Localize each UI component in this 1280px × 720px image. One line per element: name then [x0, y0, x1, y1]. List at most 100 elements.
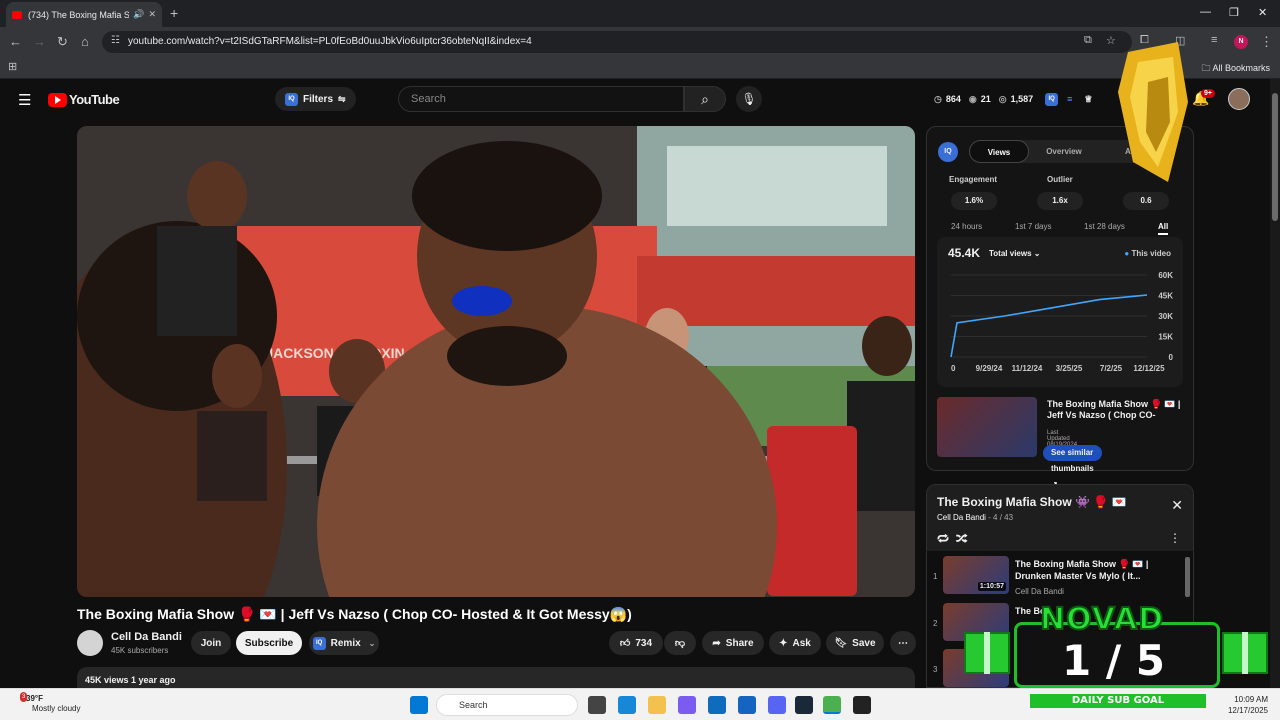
dislike-button[interactable]: 👎︎ [664, 631, 696, 655]
new-tab-button[interactable]: + [170, 5, 178, 21]
subscribe-button[interactable]: Subscribe [236, 631, 302, 655]
chrome-icon[interactable] [823, 696, 841, 714]
more-vertical-icon[interactable]: ⋮ [1169, 531, 1181, 545]
save-button[interactable]: 🔖︎ Save [826, 631, 884, 655]
remix-label: Remix [330, 637, 361, 649]
shuffle-icon[interactable]: 🔀︎ [956, 532, 968, 546]
sliders-icon: ⇋ [338, 93, 346, 104]
search-input[interactable]: Search [398, 86, 684, 112]
thumbnail-image[interactable] [937, 397, 1037, 457]
windows-start-icon[interactable] [410, 696, 428, 714]
list-icon[interactable]: ≡ [1067, 94, 1072, 104]
copilot-icon[interactable] [678, 696, 696, 714]
x-tick-label: 3/25/25 [1056, 364, 1083, 373]
video-player[interactable]: EK JACKSON SS BOXIN [77, 126, 915, 597]
filters-button[interactable]: IQ Filters ⇋ [275, 87, 356, 111]
site-info-icon[interactable]: ☷ [111, 35, 120, 46]
discord-icon[interactable] [768, 696, 786, 714]
steam-icon[interactable] [795, 696, 813, 714]
remix-button[interactable]: IQ Remix ⌄ [309, 631, 379, 655]
trophy-icon[interactable]: ♕ [1084, 94, 1092, 105]
playlist-scrollbar[interactable] [1185, 557, 1190, 597]
task-view-icon[interactable] [588, 696, 606, 714]
vidiq-icon: IQ [285, 92, 298, 106]
home-icon[interactable]: ⌂ [81, 34, 89, 49]
more-actions-button[interactable]: ⋯ [890, 631, 916, 655]
obs-icon[interactable] [853, 696, 871, 714]
subscriber-count: 45K subscribers [111, 646, 169, 655]
browser-tab[interactable]: (734) The Boxing Mafia Show 🔊 ✕ [6, 2, 162, 27]
tab-overview[interactable]: Overview [1034, 140, 1094, 163]
channel-avatar[interactable] [77, 630, 103, 656]
item-title: The Boxing Mafia Show 🥊 💌 | Drunken Mast… [1015, 559, 1149, 581]
share-button[interactable]: ➦ Share [702, 631, 764, 655]
tab-title: (734) The Boxing Mafia Show [28, 9, 130, 20]
bookmarks-bar: ⊞ 🗀 All Bookmarks [0, 57, 1280, 79]
search-button[interactable]: ⌕ [684, 86, 726, 112]
search-icon: ⌕ [701, 91, 709, 107]
system-clock[interactable]: 10:09 AM 12/17/2025 [1228, 694, 1268, 716]
more-horizontal-icon: ⋯ [898, 637, 908, 649]
close-icon[interactable]: ✕ [1171, 497, 1183, 514]
page-scrollbar[interactable] [1270, 79, 1280, 688]
sparkle-icon: ✦ [779, 637, 788, 649]
join-label: Join [200, 637, 222, 649]
file-explorer-icon[interactable] [648, 696, 666, 714]
back-icon[interactable]: ← [9, 34, 22, 49]
playlist-channel[interactable]: Cell Da Bandi [937, 513, 986, 522]
forward-icon[interactable]: → [33, 34, 46, 49]
loop-icon[interactable]: 🔁︎ [937, 532, 949, 546]
all-bookmarks[interactable]: 🗀 All Bookmarks [1201, 61, 1270, 77]
views-icon: ◎ [998, 93, 1007, 104]
apps-grid-icon[interactable]: ⊞ [8, 60, 17, 73]
browser-menu-icon[interactable]: ⋮ [1260, 34, 1273, 50]
bookmark-star-icon[interactable]: ☆ [1106, 34, 1116, 47]
engagement-label: Engagement [949, 175, 998, 184]
close-tab-icon[interactable]: ✕ [148, 9, 156, 20]
speaker-icon[interactable]: 🔊 [133, 9, 144, 20]
vidiq-badge-icon[interactable]: IQ [1045, 92, 1059, 106]
outlook-icon[interactable] [738, 696, 756, 714]
save-label: Save [852, 637, 876, 649]
see-similar-button[interactable]: See similar thumbnails ↗ [1043, 445, 1102, 489]
join-button[interactable]: Join [191, 631, 231, 655]
hamburger-menu-icon[interactable]: ☰ [18, 91, 31, 109]
clock-date: 12/17/2025 [1227, 706, 1268, 715]
views-and-date: 45K views 1 year ago [85, 675, 176, 685]
vidiq-logo-icon: IQ [938, 142, 958, 162]
voice-search-button[interactable]: 🎙 [736, 86, 762, 112]
like-button[interactable]: 👍︎ 734 [609, 631, 663, 655]
url-field[interactable]: ☷ youtube.com/watch?v=t2ISdGTaRFM&list=P… [102, 31, 1132, 53]
goal-count: 1 / 5 [1062, 636, 1166, 685]
reload-icon[interactable]: ↻ [57, 34, 68, 50]
youtube-wordmark: YouTube [69, 92, 120, 107]
weather-widget[interactable]: 3 39°F Mostly cloudy [12, 692, 80, 714]
youtube-logo[interactable]: YouTube [48, 92, 120, 107]
gift-box-icon [1222, 632, 1268, 674]
window-close-icon[interactable]: ✕ [1258, 6, 1267, 19]
edge-icon[interactable] [618, 696, 636, 714]
install-icon[interactable]: ⧉ [1084, 34, 1092, 47]
third-metric-value: 0.6 [1123, 192, 1169, 210]
ask-button[interactable]: ✦ Ask [769, 631, 821, 655]
notification-badge: 9+ [1201, 89, 1215, 98]
restore-icon[interactable]: ❐ [1229, 6, 1239, 19]
channel-name[interactable]: Cell Da Bandi [111, 631, 182, 643]
profile-avatar[interactable]: N [1234, 35, 1248, 49]
scrollbar-thumb[interactable] [1272, 93, 1278, 221]
range-7d[interactable]: 1st 7 days [1015, 222, 1051, 231]
reading-list-icon[interactable]: ≡ [1211, 34, 1217, 46]
store-icon[interactable] [708, 696, 726, 714]
taskbar-search[interactable]: Search [436, 694, 578, 716]
range-28d[interactable]: 1st 28 days [1084, 222, 1125, 231]
playlist-title[interactable]: The Boxing Mafia Show 👾 🥊 💌 [937, 495, 1127, 509]
stat-3: 1,587 [1010, 94, 1034, 104]
microphone-icon: 🎙 [741, 92, 757, 106]
range-24h[interactable]: 24 hours [951, 222, 982, 231]
minimize-icon[interactable]: — [1200, 6, 1211, 18]
video-frame: EK JACKSON SS BOXIN [77, 126, 915, 597]
user-avatar[interactable] [1228, 88, 1250, 110]
tab-views[interactable]: Views [969, 140, 1029, 163]
range-all[interactable]: All [1158, 222, 1169, 235]
series-line-this-video [950, 294, 1148, 358]
